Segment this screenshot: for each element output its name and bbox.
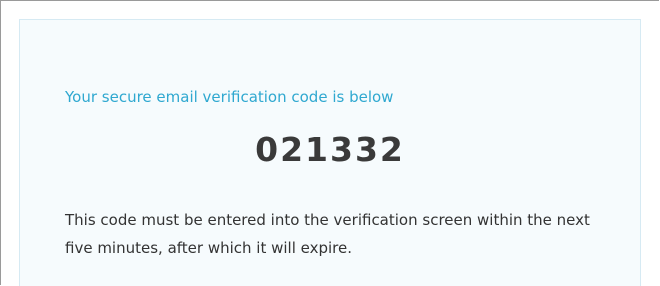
verification-email-card: Your secure email verification code is b… — [19, 19, 641, 286]
verification-instructions: This code must be entered into the verif… — [65, 211, 590, 257]
verification-heading: Your secure email verification code is b… — [65, 88, 394, 106]
verification-code: 021332 — [255, 130, 405, 169]
